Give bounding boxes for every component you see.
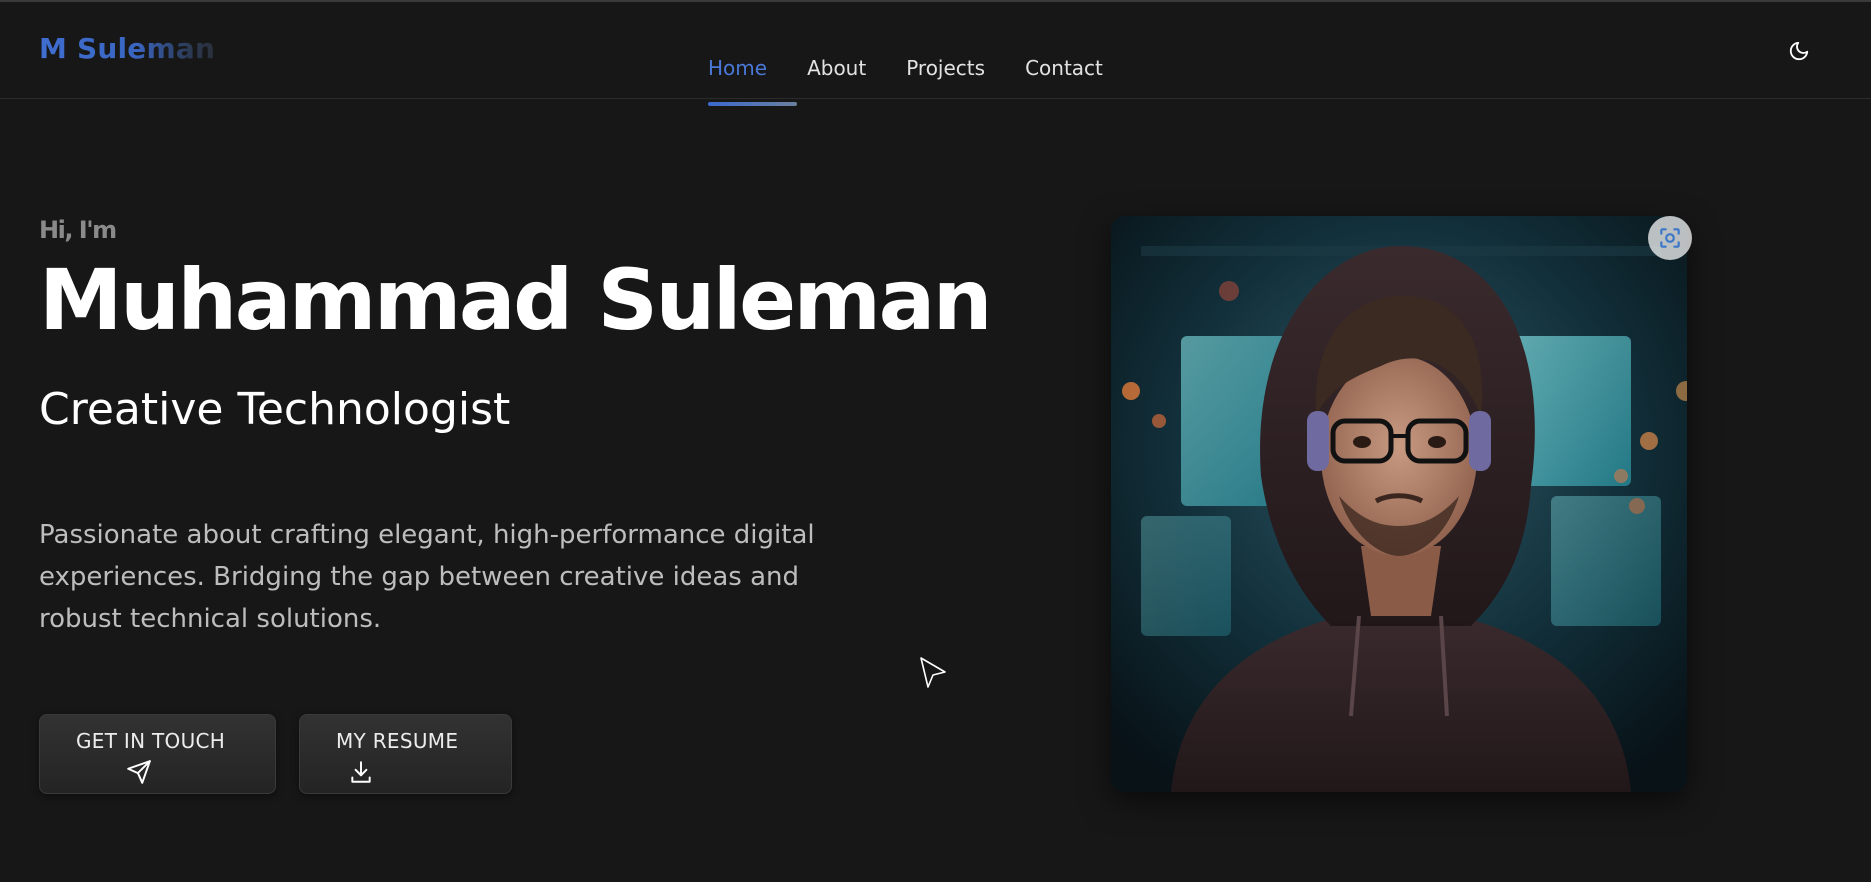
my-resume-button[interactable]: MY RESUME (299, 714, 512, 794)
visual-search-button[interactable] (1648, 216, 1692, 260)
get-in-touch-button[interactable]: GET IN TOUCH (39, 714, 276, 794)
hero-name: Muhammad Suleman (39, 251, 993, 349)
site-header: M Suleman (0, 2, 1871, 99)
my-resume-label: MY RESUME (336, 729, 459, 753)
hero-role: Creative Technologist (39, 384, 511, 435)
moon-icon (1789, 41, 1809, 61)
download-icon (351, 761, 371, 783)
portrait-illustration (1111, 216, 1687, 792)
mouse-cursor-icon (920, 657, 946, 688)
logo[interactable]: M Suleman (39, 32, 215, 65)
nav-contact[interactable]: Contact (1025, 56, 1103, 80)
theme-toggle-button[interactable] (1786, 38, 1812, 64)
get-in-touch-label: GET IN TOUCH (76, 729, 226, 753)
nav-home[interactable]: Home (708, 56, 767, 80)
hero-description: Passionate about crafting elegant, high-… (39, 520, 815, 634)
main-nav: Home About Projects Contact (708, 56, 1143, 80)
hero-greeting: Hi, I'm (39, 216, 117, 244)
send-icon (127, 760, 151, 784)
scan-face-icon (1660, 228, 1680, 248)
nav-active-indicator (708, 102, 797, 106)
nav-projects[interactable]: Projects (906, 56, 985, 80)
portrait-image (1111, 216, 1687, 792)
nav-about[interactable]: About (807, 56, 866, 80)
